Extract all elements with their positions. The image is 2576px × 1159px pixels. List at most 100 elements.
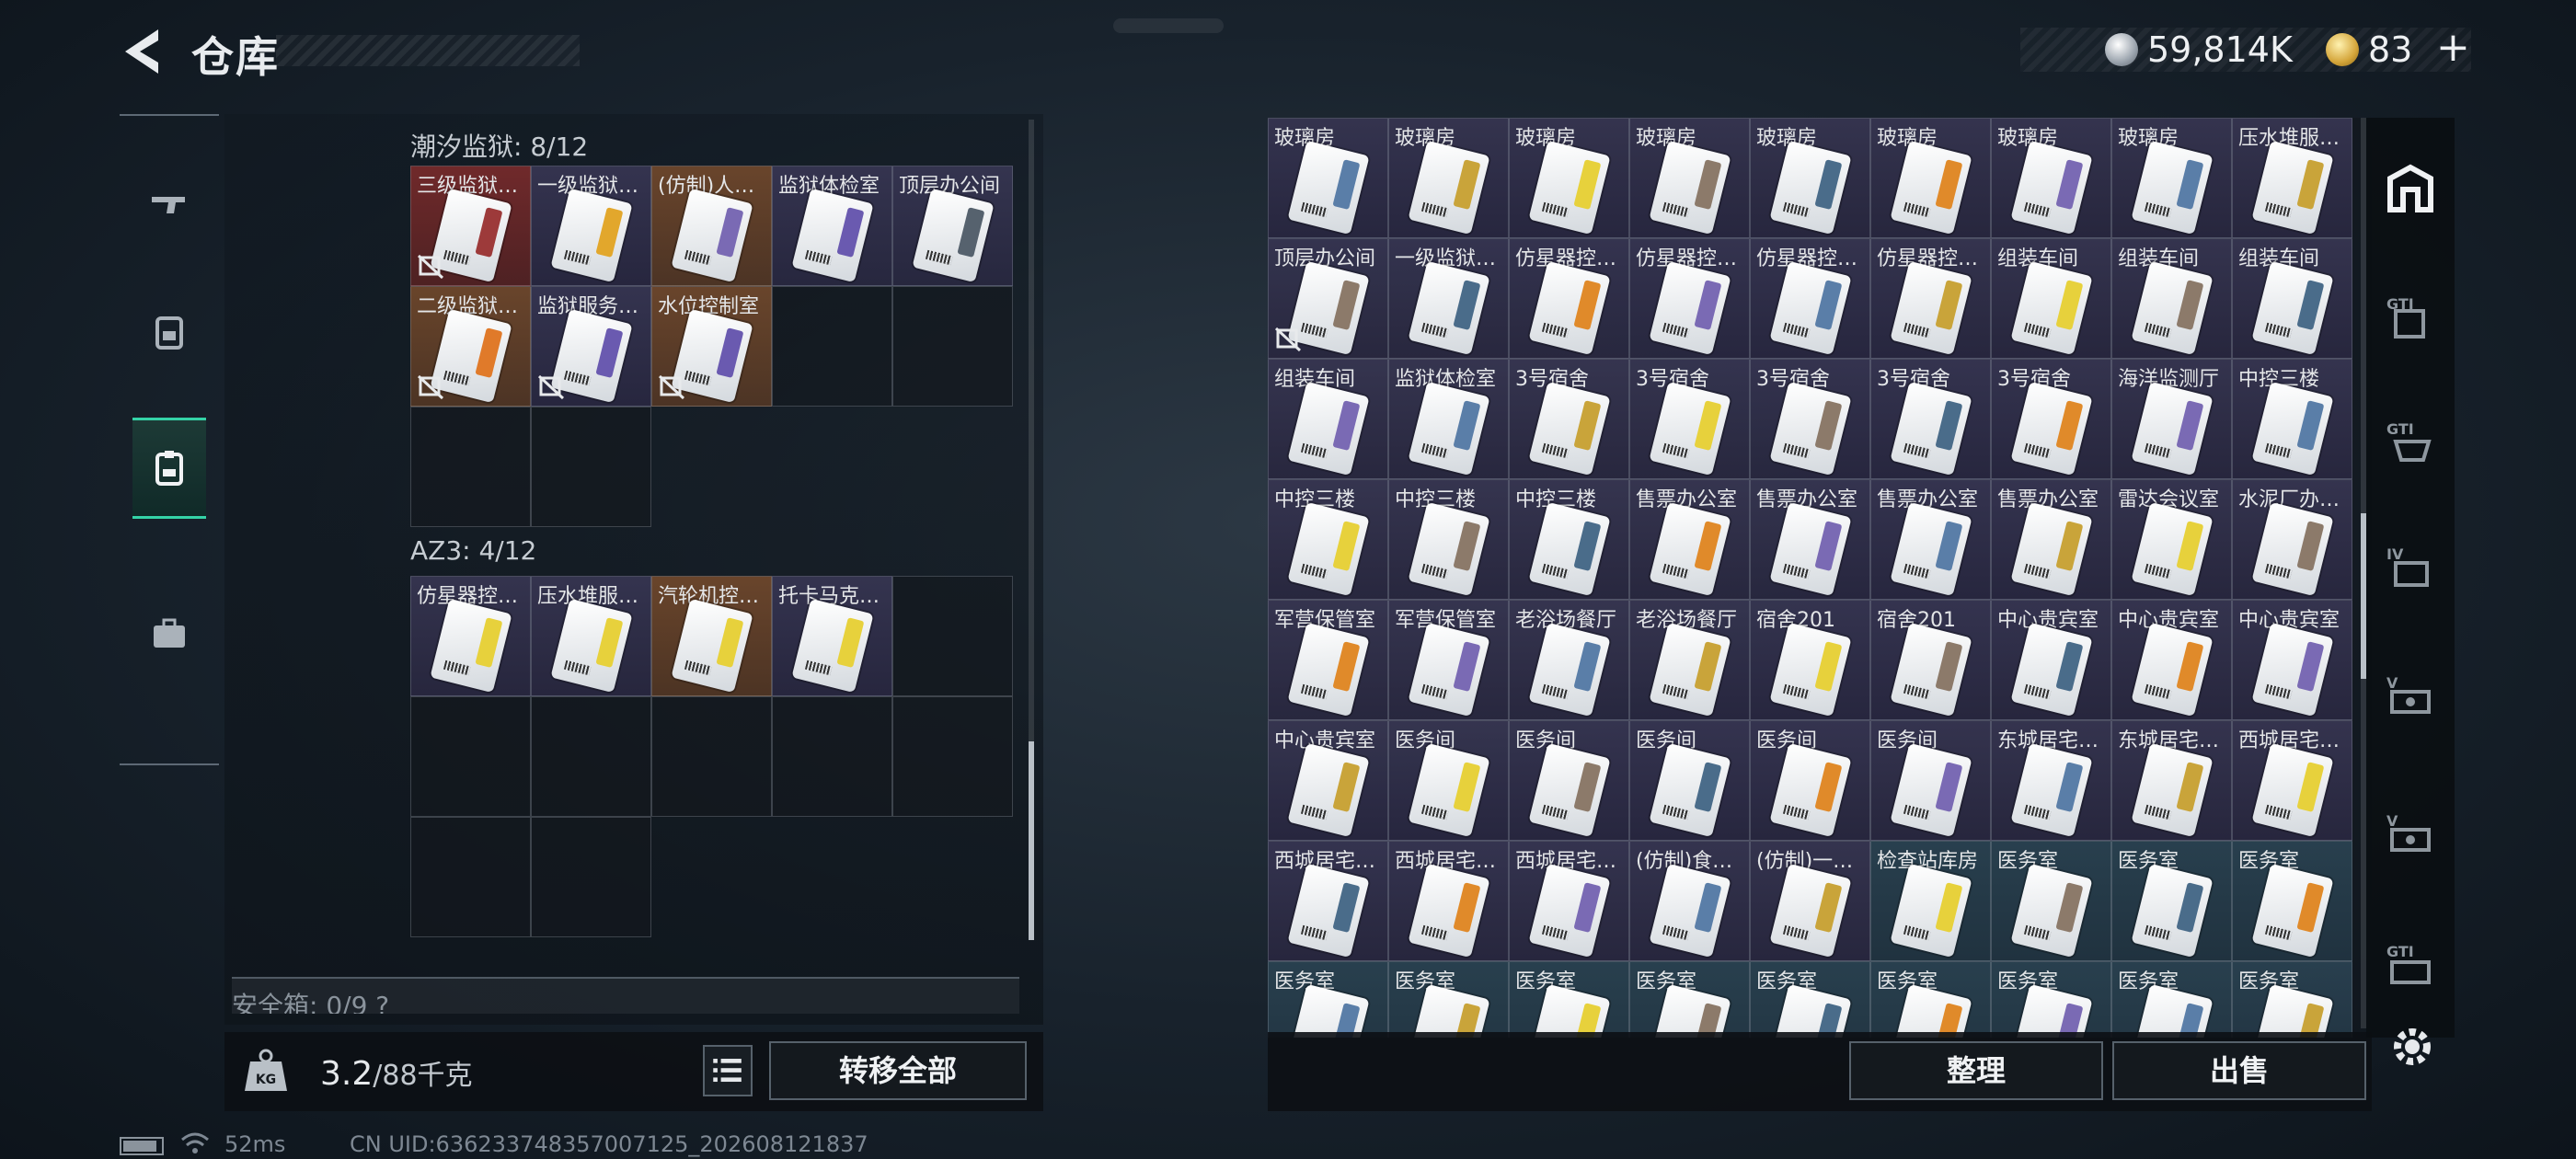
tab-supplies[interactable]: [132, 583, 206, 684]
warehouse-keycard-slot[interactable]: 3号宿舍: [1991, 359, 2111, 479]
warehouse-keycard-slot[interactable]: 玻璃房: [1268, 118, 1388, 238]
back-arrow-icon[interactable]: [118, 26, 166, 77]
warehouse-keycard-slot[interactable]: (仿制)一…: [1750, 841, 1870, 961]
warehouse-keycard-slot[interactable]: 医务室: [2111, 961, 2232, 1038]
organize-button[interactable]: 整理: [1849, 1041, 2103, 1100]
empty-slot[interactable]: [410, 817, 531, 937]
warehouse-keycard-slot[interactable]: 医务室: [1991, 841, 2111, 961]
warehouse-keycard-slot[interactable]: 中控三楼: [1388, 479, 1509, 600]
warehouse-keycard-slot[interactable]: 组装车间: [2232, 238, 2352, 359]
warehouse-keycard-slot[interactable]: 仿星器控…: [1870, 238, 1991, 359]
warehouse-keycard-slot[interactable]: 医务间: [1750, 720, 1870, 841]
warehouse-keycard-slot[interactable]: 玻璃房: [1388, 118, 1509, 238]
warehouse-keycard-slot[interactable]: 玻璃房: [2111, 118, 2232, 238]
warehouse-keycard-slot[interactable]: 医务室: [2232, 841, 2352, 961]
warehouse-keycard-slot[interactable]: 中控三楼: [1268, 479, 1388, 600]
empty-slot[interactable]: [410, 407, 531, 527]
warehouse-keycard-slot[interactable]: 仿星器控…: [1509, 238, 1629, 359]
filter-gti-map-2[interactable]: GTI: [2381, 412, 2440, 471]
transfer-all-button[interactable]: 转移全部: [769, 1041, 1027, 1100]
warehouse-keycard-slot[interactable]: 玻璃房: [1870, 118, 1991, 238]
warehouse-keycard-slot[interactable]: 售票办公室: [1750, 479, 1870, 600]
filter-v-map-1[interactable]: V: [2381, 666, 2440, 725]
warehouse-keycard-slot[interactable]: 组装车间: [1991, 238, 2111, 359]
left-scroll-thumb[interactable]: [1029, 741, 1034, 940]
add-currency-button[interactable]: +: [2436, 24, 2470, 71]
list-view-button[interactable]: [703, 1045, 753, 1096]
warehouse-keycard-slot[interactable]: 医务室: [2111, 841, 2232, 961]
keycard-slot[interactable]: 监狱服务…: [531, 286, 651, 407]
warehouse-keycard-slot[interactable]: 中心贵宾室: [1268, 720, 1388, 841]
warehouse-keycard-slot[interactable]: 老浴场餐厅: [1629, 600, 1750, 720]
keycard-slot[interactable]: 仿星器控…: [410, 576, 531, 696]
warehouse-keycard-slot[interactable]: 玻璃房: [1509, 118, 1629, 238]
empty-slot[interactable]: [651, 696, 772, 817]
warehouse-keycard-slot[interactable]: 检查站库房: [1870, 841, 1991, 961]
warehouse-keycard-slot[interactable]: 医务室: [1388, 961, 1509, 1038]
keycard-slot[interactable]: 监狱体检室: [772, 166, 892, 286]
warehouse-keycard-slot[interactable]: 中控三楼: [2232, 359, 2352, 479]
warehouse-keycard-slot[interactable]: 组装车间: [2111, 238, 2232, 359]
warehouse-keycard-slot[interactable]: 3号宿舍: [1750, 359, 1870, 479]
sell-button[interactable]: 出售: [2112, 1041, 2366, 1100]
filter-v-map-2[interactable]: V: [2381, 804, 2440, 863]
warehouse-keycard-slot[interactable]: 售票办公室: [1870, 479, 1991, 600]
warehouse-keycard-slot[interactable]: 西城居宅…: [1268, 841, 1388, 961]
keycard-slot[interactable]: (仿制)人…: [651, 166, 772, 286]
warehouse-keycard-slot[interactable]: 海洋监测厅: [2111, 359, 2232, 479]
warehouse-keycard-slot[interactable]: 中心贵宾室: [2232, 600, 2352, 720]
empty-slot[interactable]: [531, 817, 651, 937]
empty-slot[interactable]: [772, 696, 892, 817]
warehouse-keycard-slot[interactable]: 医务室: [2232, 961, 2352, 1038]
warehouse-keycard-slot[interactable]: 监狱体检室: [1388, 359, 1509, 479]
left-scrollbar[interactable]: [1029, 120, 1034, 940]
warehouse-keycard-slot[interactable]: 玻璃房: [1629, 118, 1750, 238]
warehouse-keycard-slot[interactable]: 医务室: [1509, 961, 1629, 1038]
warehouse-keycard-slot[interactable]: 宿舍201: [1750, 600, 1870, 720]
keycard-slot[interactable]: 汽轮机控…: [651, 576, 772, 696]
empty-slot[interactable]: [892, 576, 1013, 696]
warehouse-keycard-slot[interactable]: 中控三楼: [1509, 479, 1629, 600]
warehouse-keycard-slot[interactable]: 老浴场餐厅: [1509, 600, 1629, 720]
tab-weapons[interactable]: [132, 155, 206, 256]
warehouse-keycard-slot[interactable]: 医务室: [1268, 961, 1388, 1038]
warehouse-keycard-slot[interactable]: 中心贵宾室: [2111, 600, 2232, 720]
warehouse-keycard-slot[interactable]: 3号宿舍: [1629, 359, 1750, 479]
keycard-slot[interactable]: 顶层办公间: [892, 166, 1013, 286]
filter-iv-map[interactable]: IV: [2381, 537, 2440, 596]
filter-gti-map-3[interactable]: GTI: [2381, 935, 2440, 993]
warehouse-keycard-slot[interactable]: 宿舍201: [1870, 600, 1991, 720]
warehouse-keycard-slot[interactable]: 压水堆服…: [2232, 118, 2352, 238]
warehouse-keycard-slot[interactable]: 雷达会议室: [2111, 479, 2232, 600]
warehouse-keycard-slot[interactable]: 东城居宅…: [1991, 720, 2111, 841]
settings-gear-icon[interactable]: [2386, 1021, 2438, 1073]
keycard-slot[interactable]: 托卡马克…: [772, 576, 892, 696]
warehouse-keycard-slot[interactable]: 组装车间: [1268, 359, 1388, 479]
filter-gti-map-1[interactable]: GTI: [2381, 287, 2440, 346]
warehouse-keycard-slot[interactable]: 顶层办公间: [1268, 238, 1388, 359]
empty-slot[interactable]: [531, 407, 651, 527]
warehouse-keycard-slot[interactable]: 医务室: [1750, 961, 1870, 1038]
warehouse-keycard-slot[interactable]: 医务间: [1629, 720, 1750, 841]
warehouse-keycard-slot[interactable]: 中心贵宾室: [1991, 600, 2111, 720]
empty-slot[interactable]: [410, 696, 531, 817]
keycard-slot[interactable]: 一级监狱…: [531, 166, 651, 286]
tab-keycards[interactable]: [132, 418, 206, 519]
keycard-slot[interactable]: 二级监狱…: [410, 286, 531, 407]
warehouse-keycard-slot[interactable]: 仿星器控…: [1750, 238, 1870, 359]
warehouse-keycard-slot[interactable]: 军营保管室: [1268, 600, 1388, 720]
warehouse-keycard-slot[interactable]: 售票办公室: [1991, 479, 2111, 600]
keycard-slot[interactable]: 水位控制室: [651, 286, 772, 407]
warehouse-keycard-slot[interactable]: 医务室: [1870, 961, 1991, 1038]
safebox-header[interactable]: 安全箱: 0/9 ?: [232, 977, 1019, 1014]
warehouse-keycard-slot[interactable]: 西城居宅…: [2232, 720, 2352, 841]
warehouse-keycard-slot[interactable]: 西城居宅…: [1388, 841, 1509, 961]
warehouse-keycard-slot[interactable]: 西城居宅…: [1509, 841, 1629, 961]
warehouse-keycard-slot[interactable]: 仿星器控…: [1629, 238, 1750, 359]
filter-all-items[interactable]: [2381, 160, 2440, 219]
warehouse-keycard-slot[interactable]: 一级监狱…: [1388, 238, 1509, 359]
empty-slot[interactable]: [892, 286, 1013, 407]
keycard-slot[interactable]: 三级监狱…: [410, 166, 531, 286]
warehouse-keycard-slot[interactable]: 玻璃房: [1750, 118, 1870, 238]
keycard-slot[interactable]: 压水堆服…: [531, 576, 651, 696]
